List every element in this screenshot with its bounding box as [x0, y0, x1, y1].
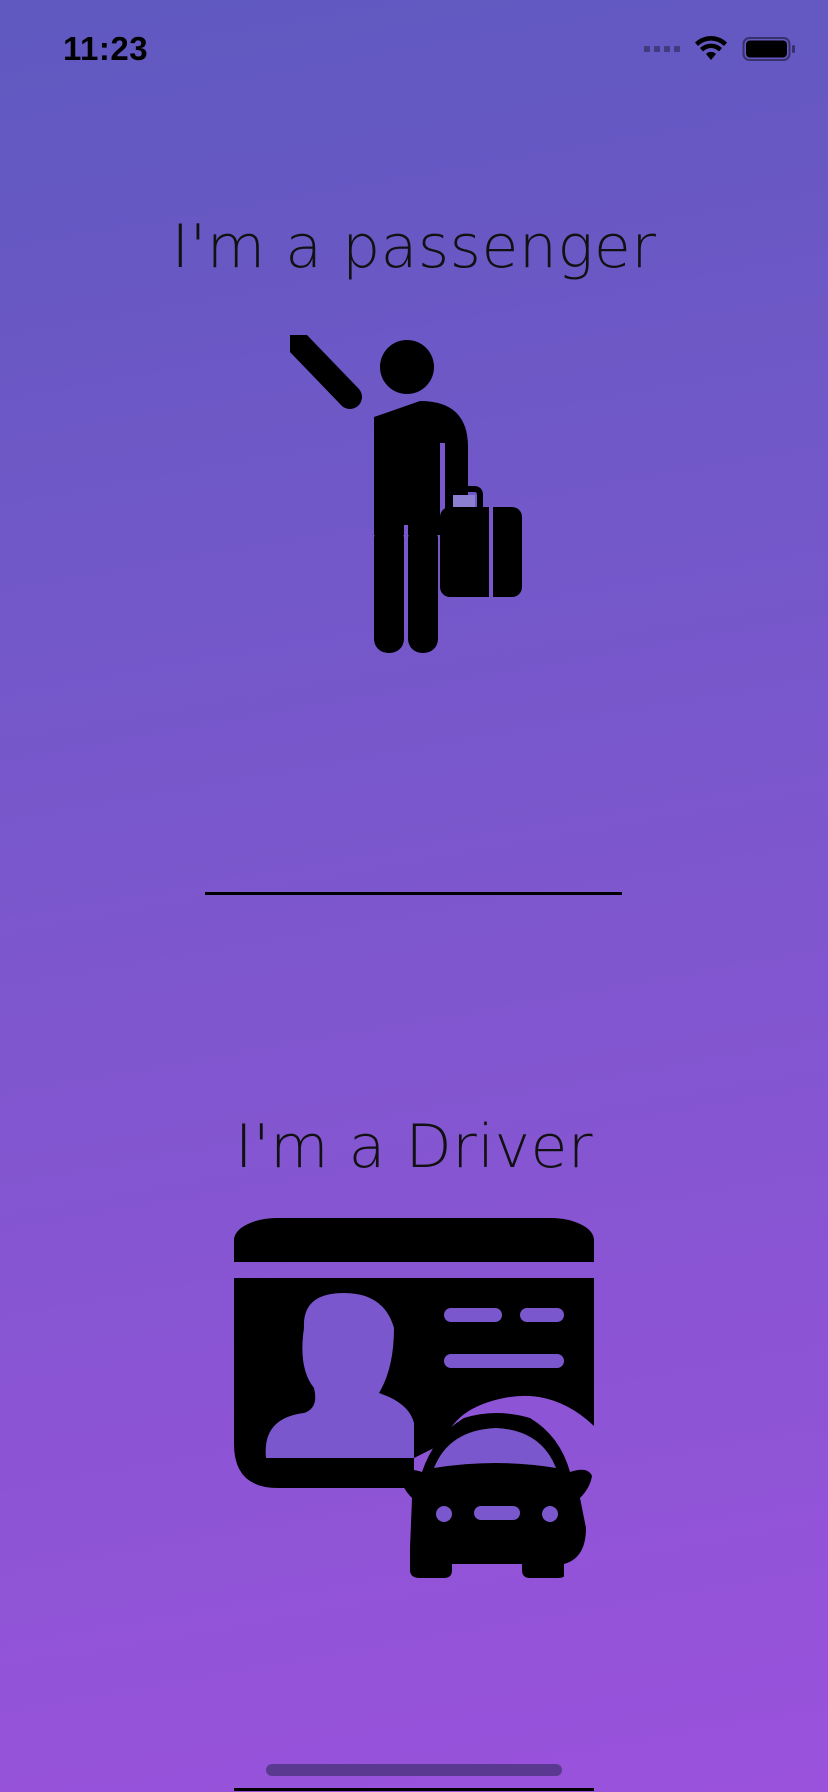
- bottom-divider: [234, 1788, 594, 1791]
- hitchhiker-with-briefcase-icon: [290, 335, 522, 653]
- driver-license-car-icon: [234, 1218, 594, 1578]
- passenger-label: I'm a passenger: [171, 212, 657, 282]
- home-indicator[interactable]: [266, 1764, 562, 1776]
- driver-option[interactable]: I'm a Driver: [0, 1000, 828, 1600]
- section-divider: [205, 892, 622, 895]
- driver-label: I'm a Driver: [234, 1112, 594, 1182]
- passenger-option[interactable]: I'm a passenger: [0, 0, 828, 900]
